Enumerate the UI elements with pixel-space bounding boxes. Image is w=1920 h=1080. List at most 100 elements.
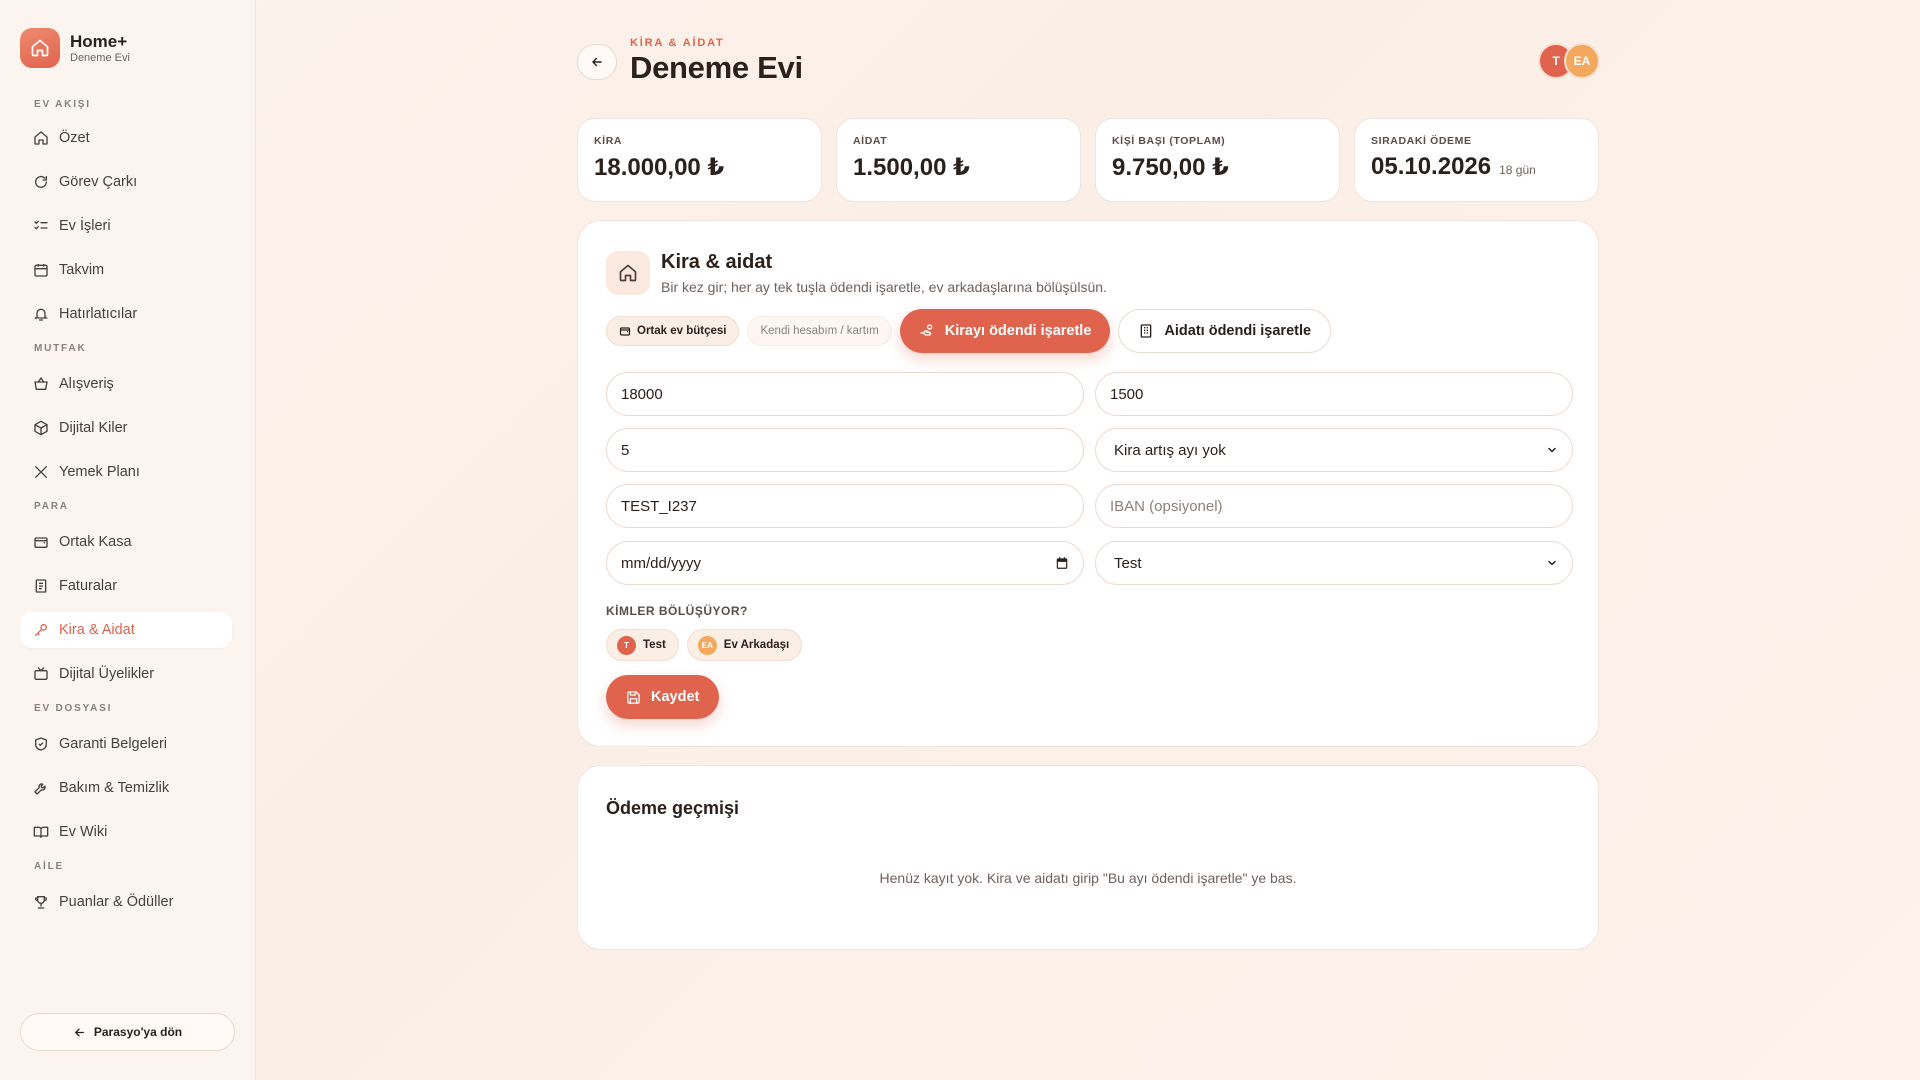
nav-section-label: EV DOSYASI — [34, 703, 113, 714]
sidebar-item-yemek-plani[interactable]: Yemek Planı — [20, 454, 232, 490]
stat-amount: 1.500,00 ₺ — [853, 154, 970, 181]
checklist-icon — [34, 220, 48, 230]
field-placeholder: IBAN (opsiyonel) — [1110, 497, 1223, 515]
brand[interactable]: Home+ Deneme Evi — [20, 28, 130, 68]
stat-card-kisi-basi: KİŞİ BAŞI (TOPLAM) 9.750,00 ₺ — [1095, 118, 1340, 202]
sidebar-item-hatirlaticilar[interactable]: Hatırlatıcılar — [20, 296, 232, 332]
stat-amount: 05.10.2026 — [1371, 153, 1492, 180]
sharer-chip-test[interactable]: T Test — [606, 629, 679, 661]
sidebar-item-label: Yemek Planı — [59, 464, 140, 480]
sidebar-item-ev-isleri[interactable]: Ev İşleri — [20, 208, 232, 244]
page-eyebrow: KİRA & AİDAT — [630, 37, 725, 49]
sidebar-item-ozet[interactable]: Özet — [20, 120, 232, 156]
dues-amount-input[interactable]: 1500 — [1095, 372, 1573, 416]
stat-value: 18.000,00 ₺ — [594, 153, 805, 182]
sharer-chip-ev-arkadasi[interactable]: EA Ev Arkadaşı — [686, 629, 803, 661]
save-button[interactable]: Kaydet — [606, 675, 720, 719]
start-date-input[interactable]: mm/dd/yyyy — [606, 541, 1084, 585]
sidebar-item-label: Puanlar & Ödüller — [59, 894, 174, 910]
sidebar-item-bakim-temizlik[interactable]: Bakım & Temizlik — [20, 770, 232, 806]
card-title: Kira & aidat — [661, 251, 773, 273]
nav-section-label: MUTFAK — [34, 343, 87, 354]
source-option-shared-budget[interactable]: Ortak ev bütçesi — [606, 316, 740, 346]
arrow-left-icon — [592, 57, 602, 67]
sidebar: Home+ Deneme Evi EV AKIŞI Özet Görev Çar… — [0, 0, 256, 1080]
sidebar-item-alisveris[interactable]: Alışveriş — [20, 366, 232, 402]
stat-label: KİRA — [594, 135, 623, 147]
avatar: EA — [697, 635, 717, 655]
sharer-name: Ev Arkadaşı — [723, 639, 790, 651]
sidebar-item-takvim[interactable]: Takvim — [20, 252, 232, 288]
home-icon — [34, 131, 48, 145]
shield-icon — [35, 737, 47, 751]
stat-amount: 9.750,00 ₺ — [1112, 154, 1229, 181]
iban-input[interactable]: IBAN (opsiyonel) — [1095, 484, 1573, 528]
sidebar-item-gorev-carki[interactable]: Görev Çarkı — [20, 164, 232, 200]
sidebar-item-faturalar[interactable]: Faturalar — [20, 568, 232, 604]
avatar[interactable]: EA — [1564, 43, 1600, 79]
mark-dues-paid-button[interactable]: Aidatı ödendi işaretle — [1118, 309, 1332, 353]
stat-card-aidat: AİDAT 1.500,00 ₺ — [836, 118, 1081, 202]
sidebar-item-ortak-kasa[interactable]: Ortak Kasa — [20, 524, 232, 560]
brand-subtitle: Deneme Evi — [70, 51, 130, 64]
header-back-button[interactable] — [577, 44, 617, 80]
home-icon — [606, 251, 650, 295]
sidebar-item-label: Dijital Üyelikler — [59, 666, 155, 682]
sidebar-item-label: Alışveriş — [59, 376, 114, 392]
calendar-icon[interactable] — [1055, 556, 1069, 570]
sidebar-item-label: Kira & Aidat — [59, 622, 135, 638]
rent-amount-input[interactable]: 18000 — [606, 372, 1084, 416]
sidebar-nav: EV AKIŞI Özet Görev Çarkı Ev İşleri Takv… — [20, 96, 232, 920]
sharers-label: KİMLER BÖLÜŞÜYOR? — [606, 604, 748, 618]
mark-rent-paid-button[interactable]: Kirayı ödendi işaretle — [899, 309, 1111, 353]
nav-section-label: EV AKIŞI — [34, 98, 91, 110]
landlord-name-input[interactable]: TEST_I237 — [606, 484, 1084, 528]
back-button-label: Parasyo'ya dön — [93, 1025, 183, 1039]
nav-section-label: AİLE — [34, 861, 64, 872]
button-label: Kaydet — [651, 689, 700, 705]
payer-select[interactable]: Test — [1095, 541, 1573, 585]
nav-section-label: PARA — [34, 501, 69, 512]
sidebar-item-garanti-belgeleri[interactable]: Garanti Belgeleri — [20, 726, 232, 762]
brand-title: Home+ — [70, 31, 128, 51]
sidebar-item-label: Ev İşleri — [59, 218, 111, 234]
sidebar-item-label: Özet — [59, 130, 90, 146]
member-avatars[interactable]: T EA — [1538, 43, 1600, 79]
field-value: Test — [1114, 554, 1142, 572]
back-to-parasyo-button[interactable]: Parasyo'ya dön — [20, 1013, 235, 1051]
stat-label: KİŞİ BAŞI (TOPLAM) — [1112, 135, 1226, 147]
wallet-icon — [34, 537, 48, 548]
sidebar-item-ev-wiki[interactable]: Ev Wiki — [20, 814, 232, 850]
action-row: Ortak ev bütçesi Kendi hesabım / kartım … — [606, 309, 1332, 353]
stat-value: 9.750,00 ₺ — [1112, 153, 1323, 182]
field-value: Kira artış ayı yok — [1114, 441, 1226, 459]
chip-label: Ortak ev bütçesi — [637, 325, 727, 337]
button-label: Aidatı ödendi işaretle — [1164, 323, 1312, 339]
sidebar-item-dijital-kiler[interactable]: Dijital Kiler — [20, 410, 232, 446]
sidebar-item-label: Dijital Kiler — [59, 420, 128, 436]
building-icon — [1141, 324, 1152, 338]
calendar-icon — [34, 264, 48, 277]
card-subtitle: Bir kez gir; her ay tek tuşla ödendi işa… — [661, 279, 1107, 295]
trophy-icon — [34, 896, 48, 909]
due-day-input[interactable]: 5 — [606, 428, 1084, 472]
sidebar-item-label: Faturalar — [59, 578, 118, 594]
page-title: Deneme Evi — [630, 50, 803, 85]
source-option-own-account[interactable]: Kendi hesabım / kartım — [747, 316, 892, 346]
sharers-list: T Test EA Ev Arkadaşı — [606, 629, 803, 661]
sidebar-item-label: Ev Wiki — [59, 824, 108, 840]
field-value: 1500 — [1110, 385, 1144, 403]
basket-icon — [34, 377, 48, 390]
sidebar-item-kira-aidat[interactable]: Kira & Aidat — [20, 612, 232, 648]
sidebar-item-puanlar-oduller[interactable]: Puanlar & Ödüller — [20, 884, 232, 920]
sidebar-item-label: Garanti Belgeleri — [59, 736, 167, 752]
field-value: 5 — [621, 441, 630, 459]
sidebar-item-label: Bakım & Temizlik — [59, 780, 170, 796]
key-icon — [35, 624, 47, 636]
stat-label: SIRADAKİ ÖDEME — [1371, 135, 1472, 147]
chip-label: Kendi hesabım / kartım — [760, 325, 879, 337]
sidebar-item-dijital-uyelikler[interactable]: Dijital Üyelikler — [20, 656, 232, 692]
increase-month-select[interactable]: Kira artış ayı yok — [1095, 428, 1573, 472]
history-empty-state: Henüz kayıt yok. Kira ve aidatı girip "B… — [879, 870, 1297, 886]
sidebar-item-label: Görev Çarkı — [59, 174, 138, 190]
